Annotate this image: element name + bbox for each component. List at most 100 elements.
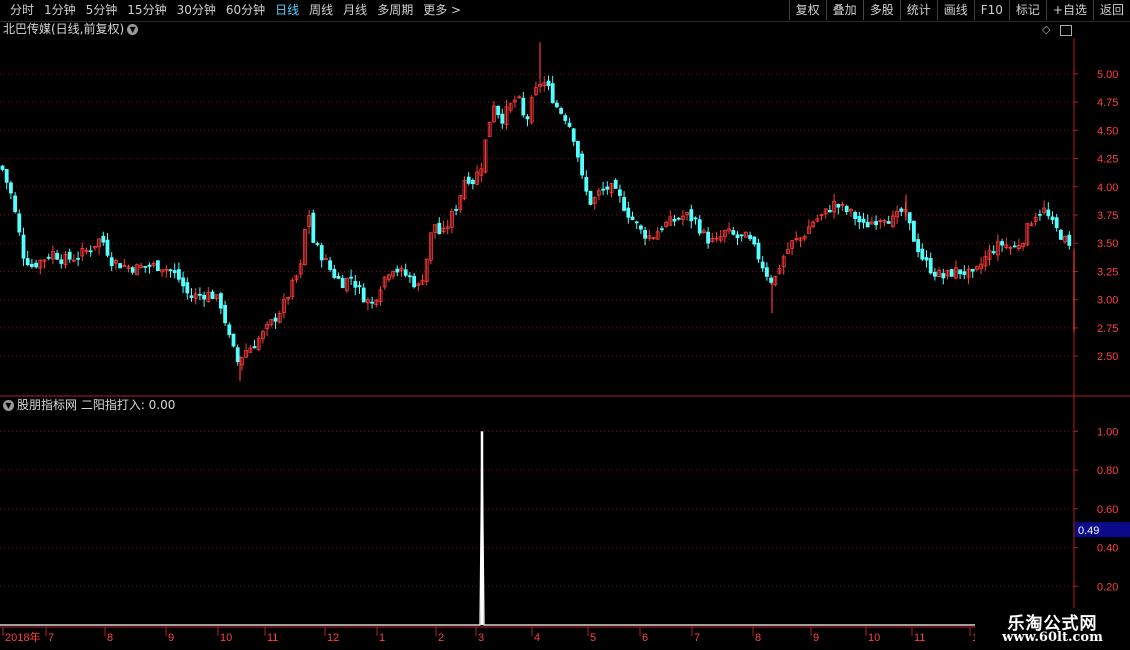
candle-body [735,234,740,239]
candle-body [828,210,832,213]
candle-body [1059,229,1063,240]
candle-body [143,266,148,268]
candle-body [865,221,870,228]
candle-body [118,263,122,269]
candle-body [8,182,13,194]
logo-url: www.60lt.com [1002,630,1103,645]
candle-body [601,188,605,191]
candle-body [1046,209,1051,217]
candle-body [1012,245,1017,248]
candle-body [168,269,173,272]
y-tick-label: 3.75 [1097,210,1118,222]
candle-body [353,281,358,288]
candle-body [349,276,354,279]
x-tick-label: 10 [868,632,880,644]
candle-body [218,293,223,309]
x-tick-label: 7 [694,632,700,644]
candle-body [584,177,589,192]
x-tick-label: 5 [590,632,596,644]
candle-body [576,140,580,158]
candle-body [407,275,412,278]
candle-body [550,83,555,104]
candle-body [962,271,967,275]
y-tick-label: 4.25 [1097,154,1118,166]
candle-body [202,294,207,300]
watermark-logo: 乐淘公式网 www.60lt.com [975,608,1130,650]
candle-body [928,258,933,274]
candle-body [899,208,904,212]
candle-body [361,287,366,303]
candle-body [634,221,639,224]
candle-body [470,179,475,185]
candle-body [752,236,757,245]
candle-body [546,80,551,87]
candle-body [760,261,765,269]
candle-body [676,217,681,220]
candle-body [466,176,471,184]
y-tick-label: 4.00 [1097,182,1118,194]
candle-body [29,263,34,267]
candle-body [916,239,920,253]
x-tick-label: 11 [914,632,925,644]
candle-body [311,212,316,243]
candle-body [88,250,93,253]
y-tick-label: 0.20 [1097,581,1118,593]
candle-body [949,269,954,277]
y-tick-label: 5.00 [1097,69,1118,81]
candle-body [189,295,194,298]
candle-body [336,276,341,279]
candle-body [370,301,375,304]
candle-body [454,209,459,211]
candle-body [559,108,563,114]
candle-body [618,189,622,196]
candle-body [933,271,937,277]
candle-body [567,122,572,127]
x-tick-label: 12 [327,632,339,644]
candle-body [857,215,862,223]
candle-body [571,128,576,142]
candle-body [101,235,106,243]
candle-body [525,116,530,120]
candle-body [252,346,257,349]
candle-body [0,165,5,170]
candle-body [328,260,333,270]
candle-body [13,195,18,213]
candle-body [223,305,228,324]
candle-body [197,293,202,296]
candle-body [55,252,59,260]
candle-body [21,234,26,259]
candle-body [437,222,442,235]
candle-body [643,230,647,239]
candle-body [315,243,320,245]
candle-body [147,264,152,267]
x-tick-label: 1 [379,632,385,644]
candle-body [912,220,916,242]
y-tick-label: 2.50 [1097,351,1118,363]
candle-body [231,333,236,347]
x-tick-label: 2 [438,632,444,644]
candle-body [706,231,710,244]
candle-body [1038,213,1042,216]
y-tick-label: 4.50 [1097,125,1118,137]
current-value-label: 0.49 [1078,525,1099,537]
candle-body [580,153,584,176]
candle-body [17,213,22,233]
y-tick-label: 0.40 [1097,543,1118,555]
candle-body [844,206,849,213]
candle-body [588,190,593,205]
candle-body [853,212,857,219]
candle-body [25,258,30,266]
candle-body [185,282,190,294]
x-tick-label: 3 [478,632,484,644]
candle-body [613,179,618,189]
x-tick-label: 8 [755,632,761,644]
chevron-down-icon[interactable]: ▼ [3,400,14,411]
x-tick-label: 9 [168,632,174,644]
x-tick-label: 8 [107,632,113,644]
candle-body [105,239,110,256]
sub-panel-title: ▼ 股朋指标网 二阳指打入: 0.00 [3,398,175,412]
candle-body [340,278,345,289]
y-tick-label: 3.25 [1097,266,1118,278]
candle-body [748,235,752,240]
candle-body [693,217,698,220]
